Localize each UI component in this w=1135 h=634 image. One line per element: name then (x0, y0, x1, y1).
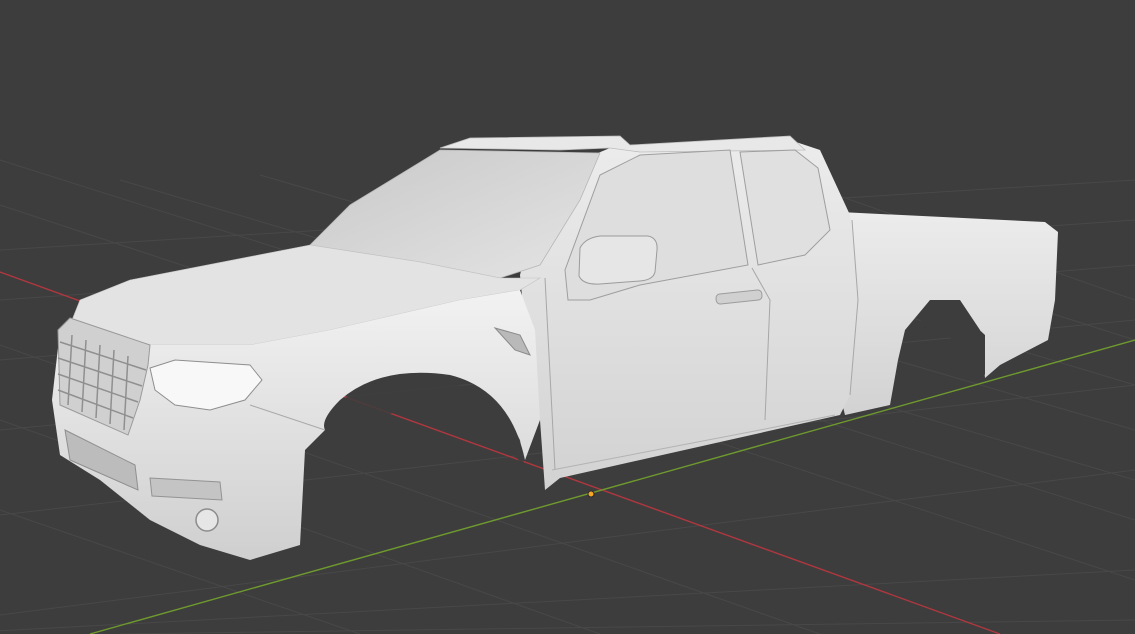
viewport-canvas[interactable] (0, 0, 1135, 634)
rear-wheel-well (905, 314, 985, 375)
object-origin-point[interactable] (587, 490, 595, 498)
cab-roof (439, 135, 807, 153)
fog-light-housing (149, 477, 223, 501)
fog-light (195, 508, 219, 532)
side-mirror (578, 235, 658, 285)
3d-viewport[interactable] (0, 0, 1135, 634)
truck-bed-side (840, 212, 1058, 415)
truck-model[interactable] (52, 135, 1058, 560)
